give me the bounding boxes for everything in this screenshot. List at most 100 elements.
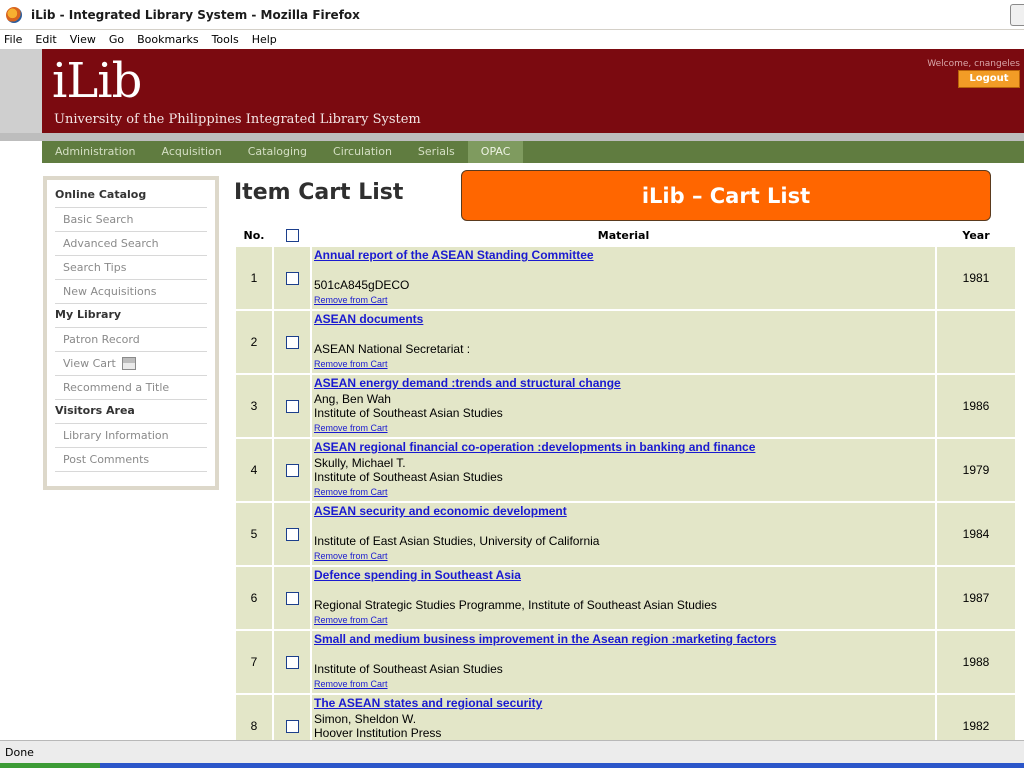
menu-go[interactable]: Go <box>109 33 124 46</box>
table-row: 8 The ASEAN states and regional security S… <box>236 695 1015 740</box>
taskbar <box>0 763 1024 768</box>
firefox-icon <box>6 6 22 23</box>
nav-cataloging[interactable]: Cataloging <box>235 141 320 163</box>
row-number: 2 <box>236 311 272 373</box>
select-all-checkbox[interactable] <box>285 228 299 242</box>
row-select-cell <box>274 503 310 565</box>
table-row: 1 Annual report of the ASEAN Standing Com… <box>236 247 1015 309</box>
minimize-button[interactable] <box>1010 4 1024 26</box>
table-row: 4 ASEAN regional financial co-operation :… <box>236 439 1015 501</box>
row-checkbox[interactable] <box>285 656 299 670</box>
material-cell: Annual report of the ASEAN Standing Comm… <box>312 247 935 309</box>
material-year: 1981 <box>937 247 1015 309</box>
sidebar-item-view-cart[interactable]: View Cart <box>55 352 207 376</box>
material-year: 1984 <box>937 503 1015 565</box>
material-title-link[interactable]: ASEAN security and economic development <box>314 504 567 518</box>
nav-serials[interactable]: Serials <box>405 141 468 163</box>
start-button[interactable] <box>0 763 100 768</box>
sidebar-heading-online-catalog: Online Catalog <box>55 184 207 208</box>
material-title-link[interactable]: ASEAN documents <box>314 312 423 326</box>
logout-button[interactable]: Logout <box>958 70 1020 88</box>
row-checkbox[interactable] <box>285 400 299 414</box>
menu-file[interactable]: File <box>4 33 22 46</box>
material-publisher: ASEAN National Secretariat : <box>314 342 471 356</box>
row-select-cell <box>274 567 310 629</box>
remove-from-cart-link[interactable]: Remove from Cart <box>314 359 388 369</box>
material-author: Ang, Ben Wah <box>314 392 391 406</box>
col-select-all <box>274 225 310 245</box>
sidebar-item-label: Advanced Search <box>63 236 159 250</box>
col-material: Material <box>312 225 935 245</box>
sidebar-item-label: Search Tips <box>63 260 127 274</box>
material-title-link[interactable]: The ASEAN states and regional security <box>314 696 542 710</box>
table-row: 3 ASEAN energy demand :trends and structu… <box>236 375 1015 437</box>
material-cell: Defence spending in Southeast Asia Region… <box>312 567 935 629</box>
sidebar-item-post-comments[interactable]: Post Comments <box>55 448 207 472</box>
remove-from-cart-link[interactable]: Remove from Cart <box>314 295 388 305</box>
sidebar: Online Catalog Basic Search Advanced Searc… <box>43 176 219 490</box>
sidebar-item-search-tips[interactable]: Search Tips <box>55 256 207 280</box>
sidebar-item-advanced-search[interactable]: Advanced Search <box>55 232 207 256</box>
menu-help[interactable]: Help <box>252 33 277 46</box>
sidebar-heading-visitors-area: Visitors Area <box>55 400 207 424</box>
material-author: Simon, Sheldon W. <box>314 712 417 726</box>
row-checkbox[interactable] <box>285 272 299 286</box>
col-year: Year <box>937 225 1015 245</box>
menu-tools[interactable]: Tools <box>212 33 239 46</box>
material-title-link[interactable]: Annual report of the ASEAN Standing Comm… <box>314 248 594 262</box>
row-checkbox[interactable] <box>285 592 299 606</box>
sidebar-item-label: View Cart <box>63 356 116 370</box>
material-cell: Small and medium business improvement in… <box>312 631 935 693</box>
remove-from-cart-link[interactable]: Remove from Cart <box>314 423 388 433</box>
row-number: 3 <box>236 375 272 437</box>
sidebar-item-patron-record[interactable]: Patron Record <box>55 328 207 352</box>
page-title: Item Cart List <box>234 180 404 205</box>
sidebar-item-new-acquisitions[interactable]: New Acquisitions <box>55 280 207 304</box>
welcome-text: Welcome, cnangeles <box>927 59 1020 69</box>
remove-from-cart-link[interactable]: Remove from Cart <box>314 615 388 625</box>
banner-side <box>0 49 42 133</box>
row-checkbox[interactable] <box>285 720 299 734</box>
material-year: 1982 <box>937 695 1015 740</box>
menu-edit[interactable]: Edit <box>35 33 56 46</box>
material-publisher: Institute of Southeast Asian Studies <box>314 470 503 484</box>
cart-list-callout: iLib – Cart List <box>461 170 991 221</box>
row-checkbox[interactable] <box>285 464 299 478</box>
ilib-logo[interactable]: iLib <box>52 53 142 109</box>
material-publisher: Institute of East Asian Studies, Univers… <box>314 534 600 548</box>
row-number: 8 <box>236 695 272 740</box>
menu-bar: File Edit View Go Bookmarks Tools Help <box>0 30 1024 49</box>
menu-view[interactable]: View <box>70 33 96 46</box>
material-year: 1986 <box>937 375 1015 437</box>
sidebar-item-label: New Acquisitions <box>63 284 157 298</box>
material-title-link[interactable]: ASEAN regional financial co-operation :d… <box>314 440 755 454</box>
remove-from-cart-link[interactable]: Remove from Cart <box>314 487 388 497</box>
nav-opac[interactable]: OPAC <box>467 141 524 163</box>
sidebar-item-library-information[interactable]: Library Information <box>55 424 207 448</box>
table-row: 7 Small and medium business improvement i… <box>236 631 1015 693</box>
sidebar-item-recommend-a-title[interactable]: Recommend a Title <box>55 376 207 400</box>
col-no: No. <box>236 225 272 245</box>
cart-icon <box>121 357 136 370</box>
material-cell: ASEAN regional financial co-operation :d… <box>312 439 935 501</box>
row-checkbox[interactable] <box>285 528 299 542</box>
row-checkbox[interactable] <box>285 336 299 350</box>
sidebar-item-label: Library Information <box>63 428 169 442</box>
row-number: 1 <box>236 247 272 309</box>
nav-acquisition[interactable]: Acquisition <box>149 141 235 163</box>
window-titlebar: iLib - Integrated Library System - Mozil… <box>0 0 1024 30</box>
sidebar-item-label: Post Comments <box>63 452 150 466</box>
menu-bookmarks[interactable]: Bookmarks <box>137 33 198 46</box>
remove-from-cart-link[interactable]: Remove from Cart <box>314 679 388 689</box>
material-year <box>937 311 1015 373</box>
material-publisher: 501cA845gDECO <box>314 278 410 292</box>
nav-circulation[interactable]: Circulation <box>320 141 405 163</box>
remove-from-cart-link[interactable]: Remove from Cart <box>314 551 388 561</box>
material-title-link[interactable]: ASEAN energy demand :trends and structur… <box>314 376 621 390</box>
material-title-link[interactable]: Small and medium business improvement in… <box>314 632 776 646</box>
table-header-row: No. Material Year <box>236 225 1015 245</box>
nav-administration[interactable]: Administration <box>42 141 149 163</box>
material-title-link[interactable]: Defence spending in Southeast Asia <box>314 568 521 582</box>
sidebar-item-basic-search[interactable]: Basic Search <box>55 208 207 232</box>
row-select-cell <box>274 375 310 437</box>
